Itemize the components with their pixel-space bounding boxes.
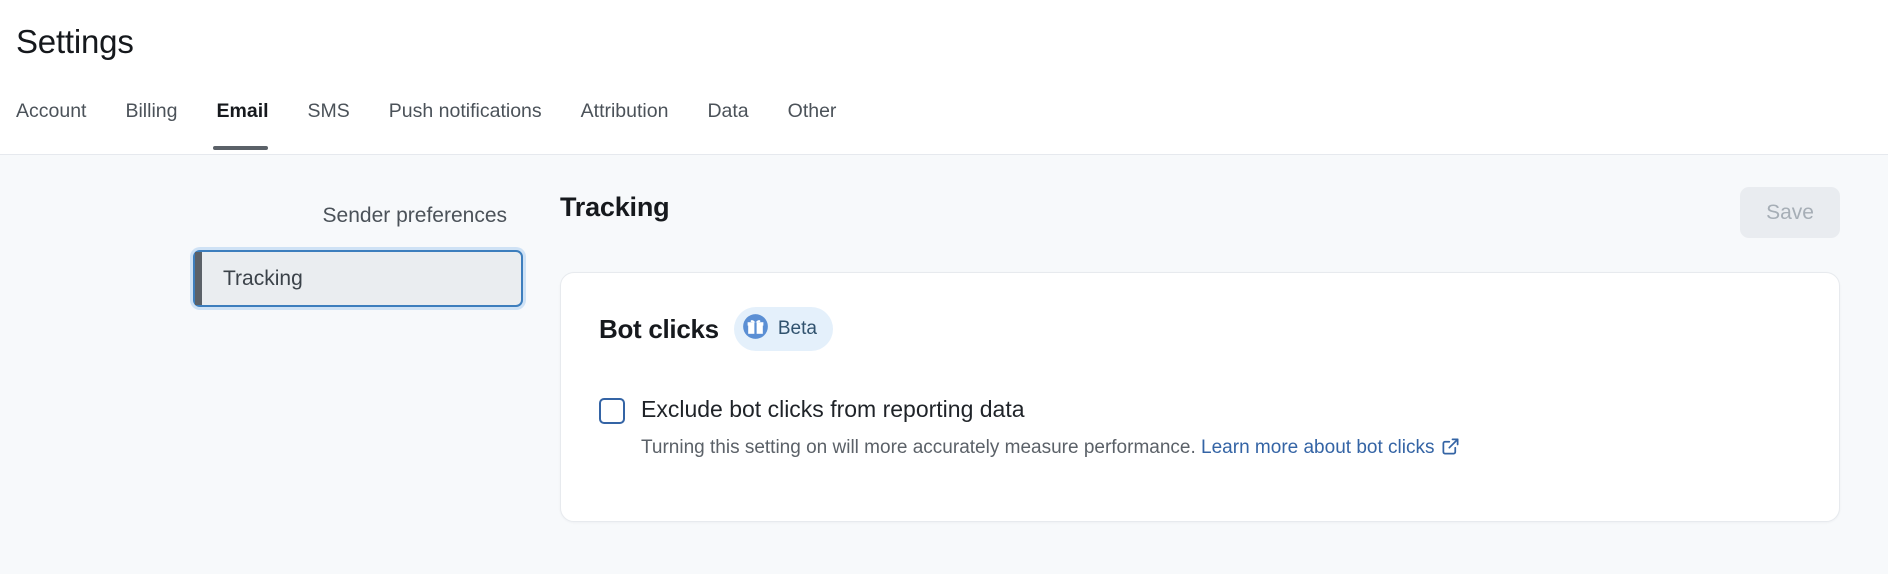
tab-account[interactable]: Account <box>16 101 107 150</box>
beta-badge-label: Beta <box>777 318 817 340</box>
settings-sidebar: Sender preferences Tracking <box>0 155 560 574</box>
tab-billing[interactable]: Billing <box>125 101 198 150</box>
page-title: Settings <box>16 23 134 60</box>
settings-tabbar: Account Billing Email SMS Push notificat… <box>0 88 1888 150</box>
save-button[interactable]: Save <box>1740 187 1840 239</box>
tab-other[interactable]: Other <box>788 101 858 150</box>
exclude-bot-clicks-label[interactable]: Exclude bot clicks from reporting data <box>641 395 1460 424</box>
card-header: Bot clicks Beta <box>599 307 1801 352</box>
beta-badge: Beta <box>733 307 833 352</box>
exclude-bot-clicks-row: Exclude bot clicks from reporting data T… <box>599 395 1801 463</box>
sidebar-item-sender-preferences[interactable]: Sender preferences <box>307 191 523 240</box>
learn-more-link[interactable]: Learn more about bot clicks <box>1201 437 1460 458</box>
sidebar-item-tracking[interactable]: Tracking <box>193 250 523 308</box>
tab-attribution[interactable]: Attribution <box>581 101 690 150</box>
learn-more-link-label: Learn more about bot clicks <box>1201 436 1435 458</box>
page-body: Sender preferences Tracking Tracking Sav… <box>0 155 1888 574</box>
page-header: Settings Account Billing Email SMS Push … <box>0 0 1888 155</box>
exclude-bot-clicks-checkbox[interactable] <box>599 398 625 425</box>
main-header: Tracking Save <box>560 187 1864 239</box>
gift-icon <box>742 313 769 345</box>
exclude-bot-clicks-help: Turning this setting on will more accura… <box>641 435 1460 464</box>
help-text: Turning this setting on will more accura… <box>641 436 1196 458</box>
section-title: Tracking <box>560 192 670 222</box>
bot-clicks-card: Bot clicks Beta Exclude bot clicks from … <box>560 272 1840 523</box>
tab-push-notifications[interactable]: Push notifications <box>389 101 563 150</box>
tab-email[interactable]: Email <box>212 101 290 150</box>
card-title: Bot clicks <box>599 313 719 344</box>
settings-main: Tracking Save Bot clicks Beta Exclude bo… <box>560 155 1888 574</box>
settings-page: Settings Account Billing Email SMS Push … <box>0 0 1888 574</box>
tab-data[interactable]: Data <box>707 101 769 150</box>
external-link-icon <box>1441 437 1460 464</box>
tab-sms[interactable]: SMS <box>308 101 371 150</box>
checkbox-text-block: Exclude bot clicks from reporting data T… <box>641 395 1460 463</box>
